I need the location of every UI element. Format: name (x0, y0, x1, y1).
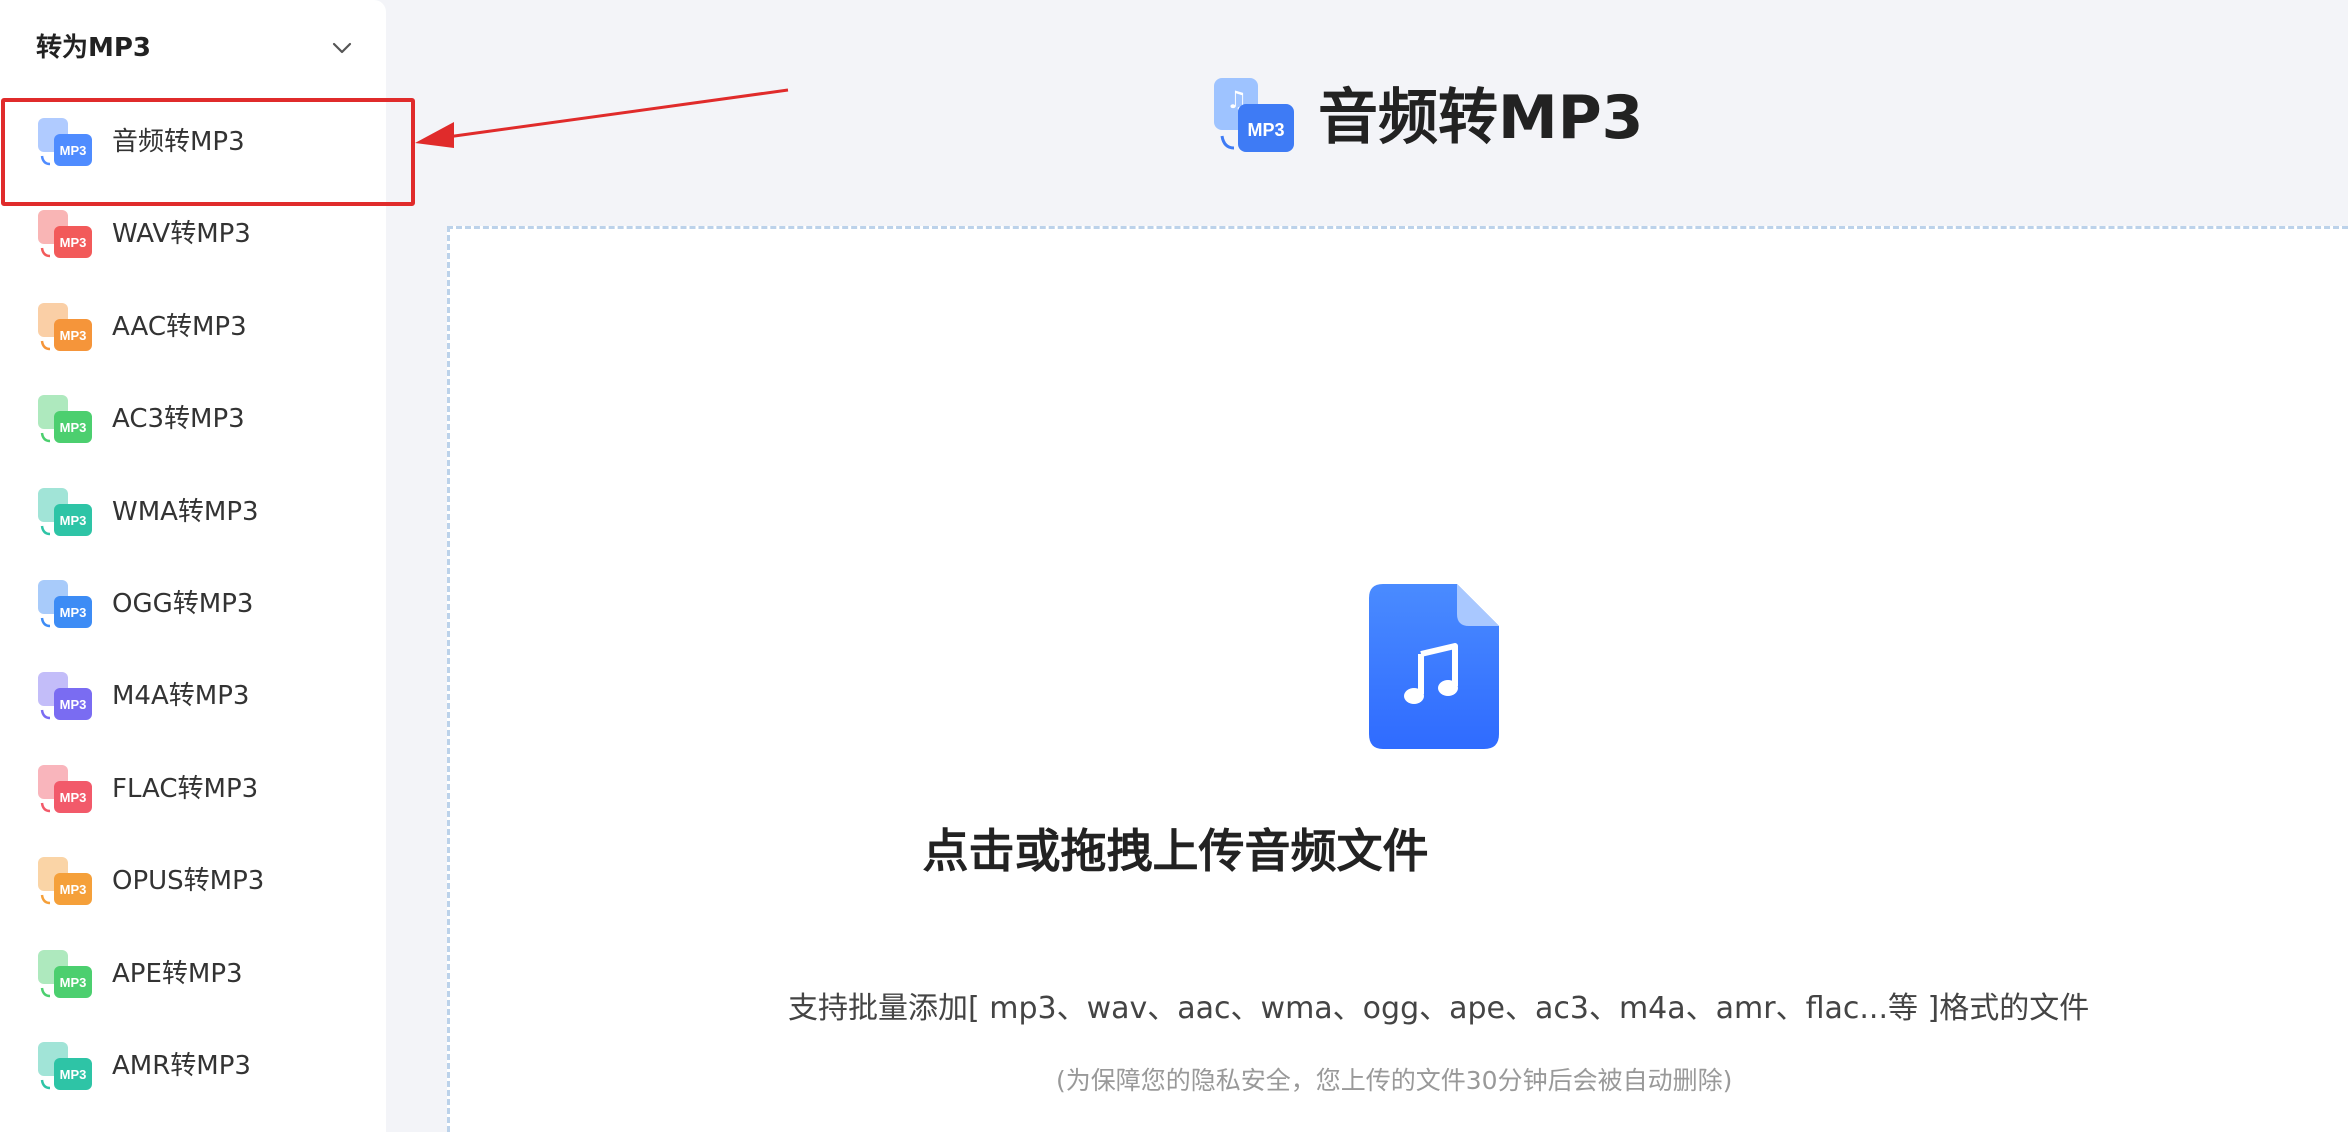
sidebar-item-label: AMR转MP3 (112, 1050, 251, 1081)
sidebar-item-label: WMA转MP3 (112, 496, 259, 527)
sidebar-item-label: 音频转MP3 (112, 127, 245, 157)
svg-text:MP3: MP3 (60, 235, 87, 250)
format-convert-icon: MP3 (38, 857, 92, 906)
sidebar-item[interactable]: MP3 AAC转MP3 (0, 281, 386, 373)
sidebar-item-label: AC3转MP3 (112, 404, 245, 435)
format-convert-icon: MP3 (38, 949, 92, 998)
sidebar-item-label: FLAC转MP3 (112, 773, 259, 804)
format-convert-icon: MP3 (38, 487, 92, 536)
sidebar-item-label: WAV转MP3 (112, 219, 251, 250)
sidebar-item[interactable]: MP3 OPUS转MP3 (0, 835, 386, 927)
sidebar-item-label: OPUS转MP3 (112, 866, 265, 897)
svg-text:MP3: MP3 (1247, 120, 1284, 140)
sidebar-item[interactable]: MP3 AMR转MP3 (0, 1020, 386, 1112)
svg-text:MP3: MP3 (60, 882, 87, 897)
svg-text:MP3: MP3 (60, 513, 87, 528)
supported-formats-text: 支持批量添加[ mp3、wav、aac、wma、ogg、ape、ac3、m4a、… (788, 991, 2090, 1026)
sidebar-item-label: AAC转MP3 (112, 311, 247, 342)
svg-text:MP3: MP3 (60, 328, 87, 343)
page-title: 音频转MP3 (1318, 83, 1644, 153)
sidebar-item-label: M4A转MP3 (112, 681, 250, 712)
format-convert-icon: MP3 (38, 302, 92, 351)
sidebar-item[interactable]: MP3 OGG转MP3 (0, 558, 386, 650)
format-convert-icon: MP3 (38, 395, 92, 444)
audio-file-icon[interactable] (1369, 584, 1499, 749)
sidebar-item[interactable]: MP3 WMA转MP3 (0, 466, 386, 558)
svg-text:MP3: MP3 (60, 1067, 87, 1082)
sidebar-item[interactable]: MP3 FLAC转MP3 (0, 743, 386, 835)
svg-text:MP3: MP3 (60, 420, 87, 435)
svg-text:MP3: MP3 (60, 790, 87, 805)
audio-to-mp3-icon: ♫ MP3 (1214, 78, 1294, 152)
format-convert-icon: MP3 (38, 672, 92, 721)
sidebar-list: MP3 音频转MP3 MP3 WAV转MP3 MP3 AAC转MP3 MP3 AC3转MP3 M… (0, 96, 415, 1112)
page-title-block: ♫ MP3 音频转MP3 (1212, 72, 1712, 164)
arrow-annotation-icon (415, 88, 789, 148)
privacy-notice: (为保障您的隐私安全，您上传的文件30分钟后会被自动删除) (1056, 1066, 1733, 1095)
sidebar-item[interactable]: MP3 音频转MP3 (0, 96, 415, 207)
chevron-down-icon[interactable] (328, 34, 356, 62)
sidebar: 转为MP3 MP3 音频转MP3 MP3 WAV转MP3 MP3 AAC转MP3 MP3 AC… (0, 0, 415, 1132)
format-convert-icon: MP3 (38, 579, 92, 628)
format-convert-icon: MP3 (38, 118, 92, 166)
svg-text:MP3: MP3 (60, 605, 87, 620)
sidebar-item[interactable]: MP3 APE转MP3 (0, 928, 386, 1020)
sidebar-item-label: OGG转MP3 (112, 588, 254, 619)
app-page: 转为MP3 MP3 音频转MP3 MP3 WAV转MP3 MP3 AAC转MP3 MP3 AC… (0, 0, 2348, 1132)
sidebar-item-label: APE转MP3 (112, 958, 243, 989)
upload-dropzone[interactable]: 点击或拖拽上传音频文件 支持批量添加[ mp3、wav、aac、wma、ogg、… (447, 226, 2348, 1132)
sidebar-item[interactable]: MP3 AC3转MP3 (0, 373, 386, 465)
sidebar-item[interactable]: MP3 WAV转MP3 (0, 188, 386, 280)
svg-text:MP3: MP3 (60, 697, 87, 712)
upload-title-text: 点击或拖拽上传音频文件 (922, 824, 1429, 878)
format-convert-icon: MP3 (38, 210, 92, 259)
upload-title[interactable]: 点击或拖拽上传音频文件 (450, 821, 2348, 881)
format-convert-icon: MP3 (38, 1041, 92, 1090)
format-convert-icon: MP3 (38, 764, 92, 813)
svg-text:MP3: MP3 (60, 975, 87, 990)
sidebar-item[interactable]: MP3 M4A转MP3 (0, 650, 386, 742)
sidebar-category-title: 转为MP3 (36, 33, 152, 63)
sidebar-category-dropdown[interactable]: 转为MP3 (0, 0, 386, 96)
svg-text:MP3: MP3 (60, 143, 87, 158)
